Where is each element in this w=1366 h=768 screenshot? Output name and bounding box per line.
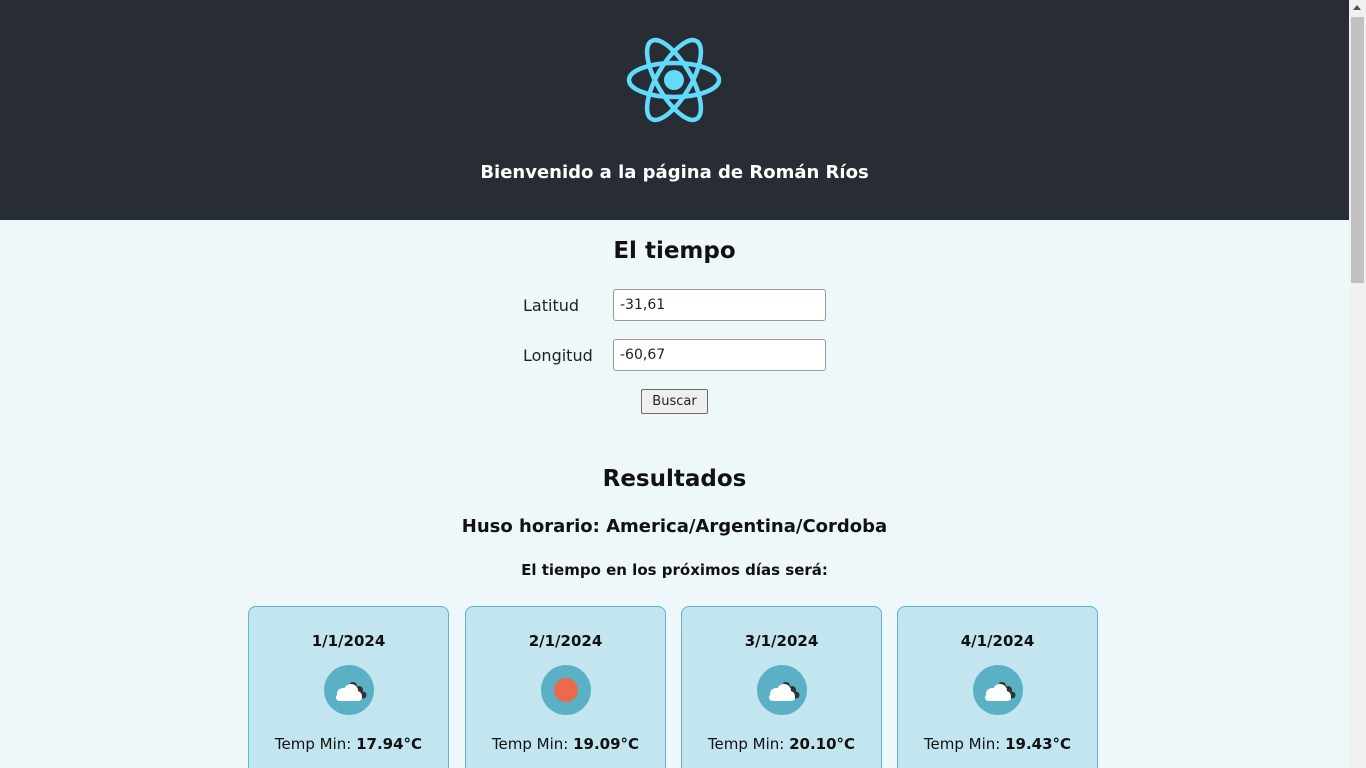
forecast-cards: 1/1/2024 Temp Min: 17.94°C 2/1/2024 Temp…	[248, 606, 1101, 768]
forecast-subtitle: El tiempo en los próximos días será:	[521, 561, 828, 579]
cloudy-icon	[323, 665, 374, 715]
temp-min-label: Temp Min:	[491, 735, 569, 753]
forecast-card: 4/1/2024 Temp Min: 19.43°C	[897, 606, 1098, 768]
results-title: Resultados	[602, 466, 747, 492]
page-title: Bienvenido a la página de Román Ríos	[480, 162, 869, 183]
temp-min-value: 20.10°C	[789, 735, 856, 753]
page: Bienvenido a la página de Román Ríos El …	[0, 0, 1349, 768]
weather-title: El tiempo	[613, 238, 736, 264]
temp-min-label: Temp Min:	[707, 735, 785, 753]
card-temp-min: Temp Min: 17.94°C	[249, 735, 448, 753]
cloudy-icon	[972, 665, 1023, 715]
vertical-scrollbar[interactable]	[1349, 0, 1366, 768]
cloudy-icon	[756, 665, 807, 715]
card-date: 1/1/2024	[311, 632, 386, 650]
forecast-card: 1/1/2024 Temp Min: 17.94°C	[248, 606, 449, 768]
card-date: 4/1/2024	[960, 632, 1035, 650]
latitude-input[interactable]	[613, 289, 826, 321]
card-temp-min: Temp Min: 19.43°C	[898, 735, 1097, 753]
temp-min-value: 17.94°C	[356, 735, 423, 753]
react-atom-logo-icon	[626, 37, 722, 123]
latitude-label: Latitud	[523, 296, 580, 315]
card-date: 2/1/2024	[528, 632, 603, 650]
card-temp-min: Temp Min: 19.09°C	[466, 735, 665, 753]
scrollbar-thumb[interactable]	[1351, 17, 1364, 283]
card-date: 3/1/2024	[744, 632, 819, 650]
search-button[interactable]: Buscar	[641, 389, 708, 414]
temp-min-label: Temp Min:	[274, 735, 352, 753]
temp-min-value: 19.09°C	[573, 735, 640, 753]
sun-icon	[540, 665, 591, 715]
header: Bienvenido a la página de Román Ríos	[0, 0, 1349, 220]
latitude-row: Latitud	[523, 289, 833, 323]
card-temp-min: Temp Min: 20.10°C	[682, 735, 881, 753]
forecast-card: 3/1/2024 Temp Min: 20.10°C	[681, 606, 882, 768]
scroll-up-arrow-icon[interactable]	[1353, 5, 1361, 10]
longitude-label: Longitud	[523, 346, 593, 365]
forecast-card: 2/1/2024 Temp Min: 19.09°C	[465, 606, 666, 768]
longitude-row: Longitud	[523, 339, 833, 373]
temp-min-label: Temp Min:	[923, 735, 1001, 753]
timezone-text: Huso horario: America/Argentina/Cordoba	[461, 516, 888, 537]
temp-min-value: 19.43°C	[1005, 735, 1072, 753]
longitude-input[interactable]	[613, 339, 826, 371]
